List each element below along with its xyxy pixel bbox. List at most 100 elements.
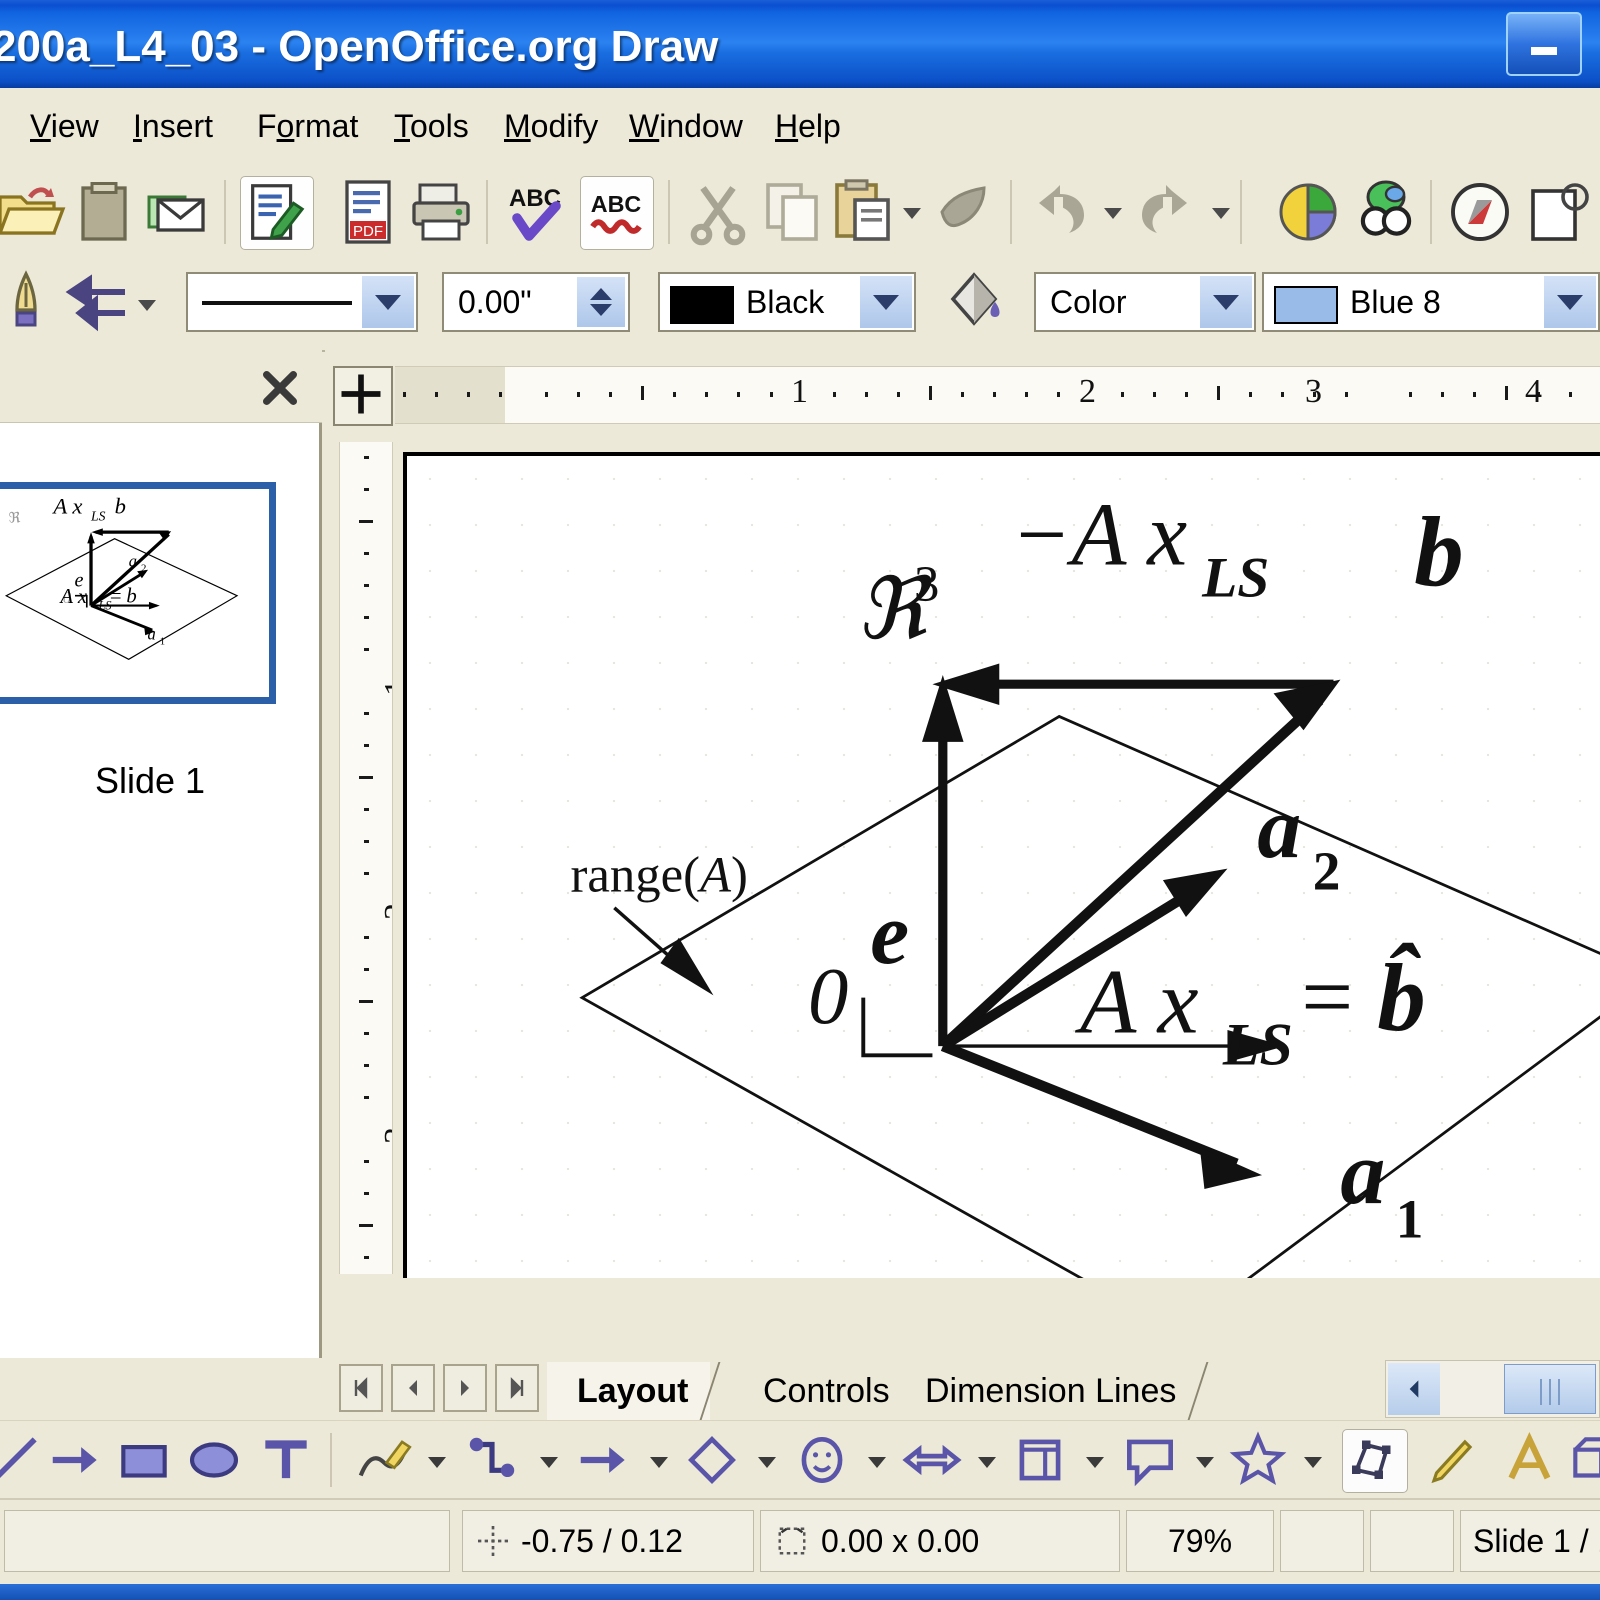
- fill-type-dropdown-icon[interactable]: [1200, 276, 1252, 328]
- label-minus-a-xls: −A x: [1011, 485, 1187, 584]
- line-width-stepper[interactable]: [577, 277, 625, 327]
- undo-icon[interactable]: [1024, 176, 1096, 248]
- menu-item-view[interactable]: View: [30, 106, 99, 146]
- slide-page[interactable]: ℜ 3 −A x LS b e 0 a 2 A x LS = b̂ a 1 ra…: [403, 452, 1600, 1278]
- nav-last-icon[interactable]: [495, 1364, 539, 1412]
- zoom-cell[interactable]: 79%: [1126, 1510, 1274, 1572]
- print-icon[interactable]: [405, 176, 477, 248]
- fill-color-combo[interactable]: Blue 8: [1262, 272, 1600, 332]
- connector-icon[interactable]: [460, 1429, 524, 1491]
- menu-item-window[interactable]: Window: [629, 106, 743, 146]
- connector-dropdown-icon[interactable]: [540, 1457, 558, 1468]
- close-icon[interactable]: [260, 368, 300, 408]
- modified-flag-cell: [1280, 1510, 1364, 1572]
- vector-e: [922, 674, 964, 1047]
- export-pdf-icon[interactable]: PDF: [332, 176, 404, 248]
- label-r3-exp: 3: [914, 556, 939, 612]
- redo-icon[interactable]: [1130, 176, 1202, 248]
- curve-dropdown-icon[interactable]: [428, 1457, 446, 1468]
- nav-next-icon[interactable]: [443, 1364, 487, 1412]
- save-icon[interactable]: [68, 176, 140, 248]
- text-icon[interactable]: [254, 1429, 318, 1491]
- points-icon[interactable]: [1342, 1429, 1408, 1493]
- nav-first-icon[interactable]: [339, 1364, 383, 1412]
- scrollbar-thumb[interactable]: [1504, 1364, 1596, 1414]
- tab-dimension-lines[interactable]: Dimension Lines: [895, 1362, 1209, 1420]
- star-dropdown-icon[interactable]: [1304, 1457, 1322, 1468]
- basic-shapes-icon[interactable]: [680, 1429, 744, 1491]
- menu-item-insert[interactable]: Insert: [133, 106, 213, 146]
- line-endstyle-icon[interactable]: [0, 268, 62, 340]
- scroll-left-icon[interactable]: [1388, 1363, 1440, 1415]
- menu-item-tools[interactable]: Tools: [394, 106, 469, 146]
- open-icon[interactable]: [0, 176, 66, 248]
- paste-icon[interactable]: [828, 176, 900, 248]
- fontwork-icon[interactable]: [1500, 1429, 1564, 1491]
- nav-prev-icon[interactable]: [391, 1364, 435, 1412]
- menu-item-format[interactable]: Format: [257, 106, 358, 146]
- symbol-shapes-icon[interactable]: [790, 1429, 854, 1491]
- arrow-line-icon[interactable]: [44, 1429, 108, 1491]
- horizontal-ruler[interactable]: 1 2 3 4: [395, 366, 1600, 424]
- spelling-check-icon[interactable]: ABC: [502, 176, 574, 248]
- menu-item-help[interactable]: Help: [775, 106, 841, 146]
- email-document-icon[interactable]: [140, 176, 212, 248]
- line-color-combo[interactable]: Black: [658, 272, 916, 332]
- fill-color-dropdown-icon[interactable]: [1544, 276, 1596, 328]
- chart-icon[interactable]: [1272, 176, 1344, 248]
- arrow-style-dropdown-icon[interactable]: [138, 300, 156, 311]
- basic-shapes-dropdown-icon[interactable]: [758, 1457, 776, 1468]
- line-icon[interactable]: [0, 1429, 46, 1491]
- drawing-canvas[interactable]: ℜ 3 −A x LS b e 0 a 2 A x LS = b̂ a 1 ra…: [403, 428, 1600, 1278]
- rectangle-icon[interactable]: [112, 1429, 176, 1491]
- menu-item-modify[interactable]: Modify: [504, 106, 598, 146]
- line-arrow-icon[interactable]: [572, 1429, 636, 1491]
- paste-dropdown-icon[interactable]: [903, 208, 921, 219]
- clone-formatting-icon[interactable]: [930, 176, 1002, 248]
- edit-file-icon[interactable]: [240, 176, 314, 250]
- line-style-dropdown-icon[interactable]: [362, 276, 414, 328]
- tab-layout[interactable]: Layout: [547, 1362, 721, 1420]
- line-width-field[interactable]: 0.00": [442, 272, 630, 332]
- flowchart-icon[interactable]: [1008, 1429, 1072, 1491]
- slide-thumbnail[interactable]: A x LS b ℜ e 0 a 2 A x LS = b a 1: [0, 482, 276, 704]
- ellipse-icon[interactable]: [182, 1429, 246, 1491]
- slide-counter-value: Slide 1 / 1: [1473, 1522, 1600, 1559]
- line-color-dropdown-icon[interactable]: [860, 276, 912, 328]
- autospellcheck-icon[interactable]: ABC: [580, 176, 654, 250]
- svg-text:A x: A x: [58, 586, 87, 608]
- gallery-icon[interactable]: [1350, 176, 1422, 248]
- curve-icon[interactable]: [352, 1429, 416, 1491]
- callout-icon[interactable]: [1118, 1429, 1182, 1491]
- vertical-ruler[interactable]: 1 2 3 4: [339, 442, 393, 1274]
- fill-bucket-icon[interactable]: [938, 266, 1010, 338]
- copy-icon[interactable]: [756, 176, 828, 248]
- slide-panel-label: Slide 1: [94, 760, 206, 801]
- glue-points-icon[interactable]: [1420, 1429, 1484, 1491]
- undo-dropdown-icon[interactable]: [1104, 208, 1122, 219]
- star-icon[interactable]: [1226, 1429, 1290, 1491]
- block-arrows-dropdown-icon[interactable]: [978, 1457, 996, 1468]
- line-style-combo[interactable]: [186, 272, 418, 332]
- redo-dropdown-icon[interactable]: [1212, 208, 1230, 219]
- navigator-icon[interactable]: [1444, 176, 1516, 248]
- horizontal-scrollbar[interactable]: [1385, 1360, 1600, 1418]
- object-size-cell: 0.00 x 0.00: [760, 1510, 1120, 1572]
- extrusion-icon[interactable]: [1564, 1429, 1600, 1491]
- block-arrows-icon[interactable]: [900, 1429, 964, 1491]
- cut-icon[interactable]: [682, 176, 754, 248]
- flowchart-dropdown-icon[interactable]: [1086, 1457, 1104, 1468]
- arrow-style-icon[interactable]: [62, 268, 134, 340]
- tab-controls[interactable]: Controls: [733, 1362, 923, 1420]
- new-page-icon[interactable]: [1524, 176, 1596, 248]
- right-angle-marker: [861, 997, 933, 1058]
- minimize-button[interactable]: [1506, 12, 1582, 76]
- fill-color-swatch: [1274, 286, 1338, 324]
- callout-dropdown-icon[interactable]: [1196, 1457, 1214, 1468]
- label-b: b: [1414, 498, 1464, 607]
- line-arrow-dropdown-icon[interactable]: [650, 1457, 668, 1468]
- fill-type-combo[interactable]: Color: [1034, 272, 1256, 332]
- line-color-swatch: [670, 286, 734, 324]
- symbol-shapes-dropdown-icon[interactable]: [868, 1457, 886, 1468]
- ruler-corner-icon[interactable]: [333, 366, 393, 426]
